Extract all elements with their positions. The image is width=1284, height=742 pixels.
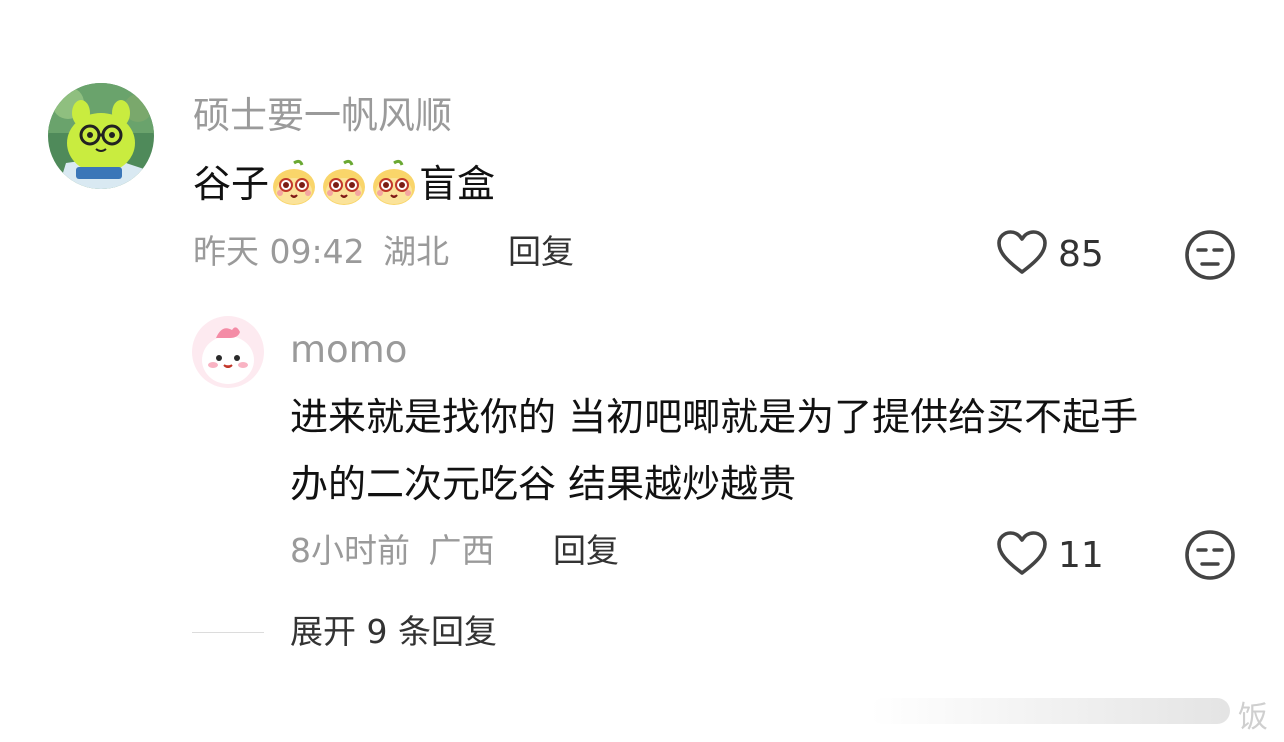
cute-fruit-face-icon — [270, 159, 318, 207]
reply-item: momo 进来就是找你的 当初吧唧就是为了提供给买不起手 办的二次元吃谷 结果越… — [0, 300, 1284, 600]
watermark-text: 饭 — [1238, 700, 1268, 735]
comment-text-before: 谷子 — [193, 162, 270, 206]
like-button[interactable]: 85 — [996, 230, 1104, 280]
watermark-bar — [870, 698, 1230, 724]
reply-text-line2: 办的二次元吃谷 结果越炒越贵 — [290, 462, 797, 506]
reply-like-button[interactable]: 11 — [996, 531, 1104, 581]
expand-replies-button[interactable]: 展开 9 条回复 — [290, 612, 497, 652]
reply-username[interactable]: momo — [290, 328, 407, 372]
comment-meta: 昨天 09:42 湖北 — [193, 232, 449, 272]
dislike-face-icon[interactable] — [1184, 529, 1236, 585]
avatar[interactable] — [48, 83, 154, 189]
reply-text-line1: 进来就是找你的 当初吧唧就是为了提供给买不起手 — [290, 395, 1139, 439]
comment-item: 硕士要一帆风顺 谷子 盲盒 昨天 09:42 湖北 回复 85 — [0, 0, 1284, 300]
like-count: 85 — [1058, 234, 1104, 275]
cute-fruit-face-icon — [370, 159, 418, 207]
reply-avatar[interactable] — [192, 316, 264, 388]
reply-like-count: 11 — [1058, 535, 1104, 576]
comment-location: 湖北 — [383, 232, 450, 271]
dislike-face-icon[interactable] — [1184, 229, 1236, 285]
reply-meta: 8小时前 广西 — [290, 531, 495, 571]
cute-fruit-face-icon — [320, 159, 368, 207]
reply-button[interactable]: 回复 — [508, 232, 574, 272]
heart-icon — [996, 531, 1048, 581]
expand-divider — [192, 632, 264, 633]
comment-text: 谷子 盲盒 — [193, 155, 495, 213]
heart-icon — [996, 230, 1048, 280]
reply-reply-button[interactable]: 回复 — [553, 531, 619, 571]
comment-text-after: 盲盒 — [419, 162, 496, 206]
comment-username[interactable]: 硕士要一帆风顺 — [193, 94, 452, 138]
reply-time: 8小时前 — [290, 531, 410, 570]
reply-location: 广西 — [428, 531, 495, 570]
comment-time: 昨天 09:42 — [193, 232, 365, 271]
